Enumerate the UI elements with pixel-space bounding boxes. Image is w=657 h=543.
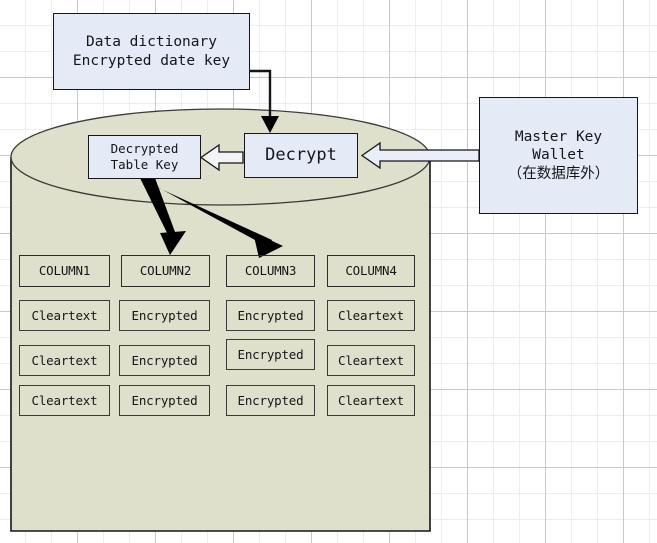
column-header-label: COLUMN3 xyxy=(244,263,297,278)
decrypt-label: Decrypt xyxy=(265,144,337,165)
table-cell[interactable]: Encrypted xyxy=(119,385,210,416)
table-column-header[interactable]: COLUMN2 xyxy=(121,255,210,287)
master-key-wallet-label: Master Key Wallet （在数据库外） xyxy=(507,128,610,182)
table-cell-label: Encrypted xyxy=(131,352,198,368)
node-decrypted-table-key[interactable]: Decrypted Table Key xyxy=(88,135,201,179)
node-master-key-wallet[interactable]: Master Key Wallet （在数据库外） xyxy=(479,97,638,214)
table-cell[interactable]: Cleartext xyxy=(19,345,110,376)
table-cell-label: Cleartext xyxy=(338,307,404,323)
table-cell[interactable]: Cleartext xyxy=(327,300,415,331)
data-dictionary-label: Data dictionary Encrypted date key xyxy=(72,33,231,69)
table-cell[interactable]: Encrypted xyxy=(119,345,210,376)
table-cell-label: Encrypted xyxy=(131,392,198,408)
table-cell[interactable]: Cleartext xyxy=(19,300,110,331)
column-header-label: COLUMN2 xyxy=(139,263,192,278)
table-cell[interactable]: Cleartext xyxy=(19,385,110,416)
table-cell[interactable]: Cleartext xyxy=(327,385,415,416)
table-cell-label: Encrypted xyxy=(237,307,304,323)
table-cell-label: Cleartext xyxy=(31,307,98,323)
diagram-canvas: Data dictionary Encrypted date key Maste… xyxy=(0,0,657,543)
decrypted-table-key-label: Decrypted Table Key xyxy=(110,141,179,172)
table-cell-label: Encrypted xyxy=(237,346,304,362)
table-cell-label: Encrypted xyxy=(237,392,304,408)
table-cell-label: Cleartext xyxy=(338,352,404,368)
table-column-header[interactable]: COLUMN1 xyxy=(19,255,110,287)
node-data-dictionary[interactable]: Data dictionary Encrypted date key xyxy=(53,13,250,90)
table-cell[interactable]: Encrypted xyxy=(226,385,315,416)
table-cell-label: Encrypted xyxy=(131,307,198,323)
table-column-header[interactable]: COLUMN3 xyxy=(226,255,315,287)
table-cell[interactable]: Encrypted xyxy=(119,300,210,331)
table-cell[interactable]: Encrypted xyxy=(226,300,315,331)
table-cell-label: Cleartext xyxy=(31,352,98,368)
table-cell-label: Cleartext xyxy=(31,392,98,408)
table-cell-label: Cleartext xyxy=(338,392,404,408)
table-column-header[interactable]: COLUMN4 xyxy=(327,255,415,287)
table-cell[interactable]: Encrypted xyxy=(226,339,315,370)
table-cell[interactable]: Cleartext xyxy=(327,345,415,376)
node-decrypt[interactable]: Decrypt xyxy=(244,133,358,178)
column-header-label: COLUMN4 xyxy=(345,263,397,278)
column-header-label: COLUMN1 xyxy=(38,263,91,278)
